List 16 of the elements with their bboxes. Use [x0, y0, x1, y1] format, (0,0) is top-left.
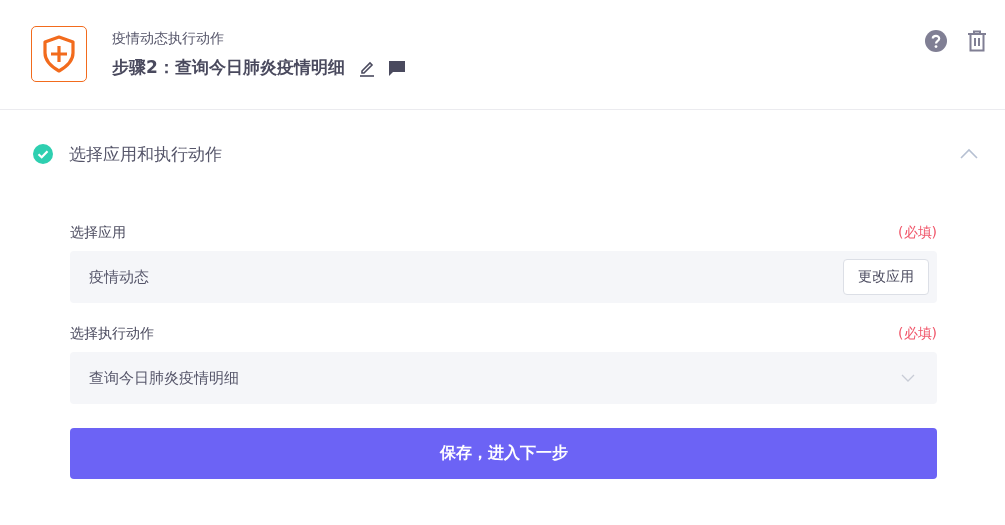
- comment-icon[interactable]: [387, 58, 406, 77]
- change-app-button[interactable]: 更改应用: [843, 259, 929, 295]
- flow-name: 疫情动态执行动作: [112, 30, 225, 48]
- required-note: (必填): [898, 224, 937, 242]
- step-title: 步骤2：查询今日肺炎疫情明细: [112, 56, 345, 79]
- required-note: (必填): [898, 325, 937, 343]
- field-value: 疫情动态: [89, 267, 149, 287]
- dropdown-caret-icon: [901, 374, 915, 382]
- action-select[interactable]: 查询今日肺炎疫情明细: [70, 352, 937, 404]
- section-title: 选择应用和执行动作: [69, 142, 222, 166]
- delete-icon[interactable]: [967, 29, 987, 52]
- shield-plus-icon: [42, 34, 76, 73]
- field-label: 选择执行动作: [70, 325, 154, 343]
- field-label: 选择应用: [70, 224, 126, 242]
- save-next-button[interactable]: 保存，进入下一步: [70, 428, 937, 479]
- help-icon[interactable]: [925, 29, 947, 52]
